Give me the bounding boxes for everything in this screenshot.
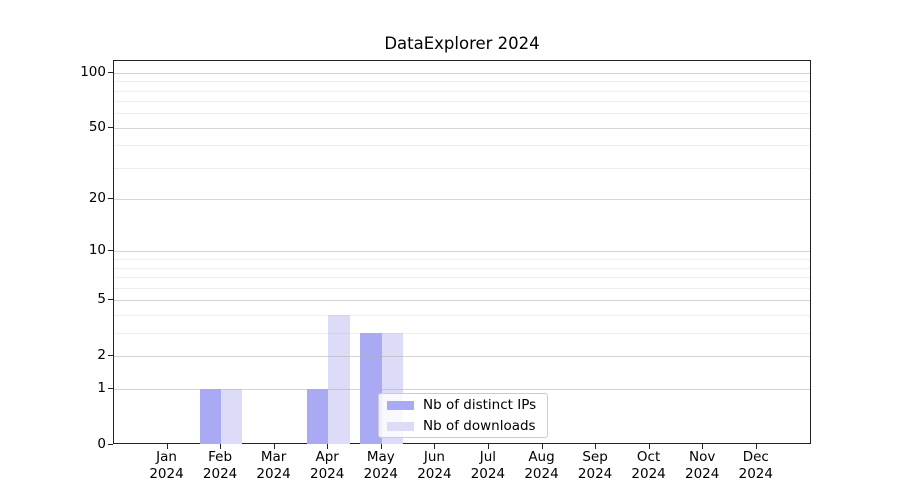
- y-tick-label-10: 10: [0, 242, 106, 258]
- bar-downloads-feb: [221, 389, 242, 445]
- gridline-y-3: [114, 333, 810, 334]
- legend-label: Nb of downloads: [423, 418, 536, 435]
- legend-swatch-downloads: [387, 422, 414, 431]
- x-tick-label-feb: Feb2024: [190, 449, 250, 482]
- legend: Nb of distinct IPs Nb of downloads: [378, 393, 548, 438]
- gridline-y-8: [114, 268, 810, 269]
- legend-item: Nb of distinct IPs: [387, 397, 539, 414]
- gridline-y-90: [114, 81, 810, 82]
- gridline-y-9: [114, 259, 810, 260]
- x-tick-label-sep: Sep2024: [565, 449, 625, 482]
- legend-swatch-ips: [387, 401, 414, 410]
- gridline-y-1: [114, 389, 810, 390]
- gridline-y-70: [114, 101, 810, 102]
- gridline-y-60: [114, 113, 810, 114]
- x-tick-label-nov: Nov2024: [672, 449, 732, 482]
- y-tick-mark: [108, 72, 113, 73]
- gridline-y-20: [114, 199, 810, 200]
- x-tick-label-apr: Apr2024: [297, 449, 357, 482]
- gridline-y-7: [114, 277, 810, 278]
- y-tick-label-0: 0: [0, 436, 106, 452]
- legend-item: Nb of downloads: [387, 418, 539, 435]
- bar-ips-apr: [307, 389, 328, 445]
- x-tick-label-may: May2024: [351, 449, 411, 482]
- bar-ips-feb: [200, 389, 221, 445]
- gridline-y-4: [114, 315, 810, 316]
- x-tick-label-aug: Aug2024: [512, 449, 572, 482]
- y-tick-mark: [108, 198, 113, 199]
- gridline-y-100: [114, 73, 810, 74]
- gridline-y-80: [114, 91, 810, 92]
- chart-figure: DataExplorer 2024 Nb of distinct IPsNb o…: [0, 0, 900, 500]
- y-tick-mark: [108, 388, 113, 389]
- x-tick-label-jan: Jan2024: [137, 449, 197, 482]
- gridline-y-5: [114, 300, 810, 301]
- y-tick-label-5: 5: [0, 291, 106, 307]
- gridline-y-30: [114, 168, 810, 169]
- x-tick-label-jul: Jul2024: [458, 449, 518, 482]
- plot-area: Nb of distinct IPs Nb of downloads: [113, 60, 811, 444]
- x-tick-label-oct: Oct2024: [619, 449, 679, 482]
- gridline-y-50: [114, 128, 810, 129]
- chart-title: DataExplorer 2024: [113, 34, 811, 56]
- y-tick-label-50: 50: [0, 119, 106, 135]
- x-tick-label-mar: Mar2024: [244, 449, 304, 482]
- y-tick-label-2: 2: [0, 347, 106, 363]
- y-tick-mark: [108, 444, 113, 445]
- y-tick-mark: [108, 355, 113, 356]
- y-tick-label-20: 20: [0, 190, 106, 206]
- legend-label: Nb of distinct IPs: [423, 397, 536, 414]
- x-tick-label-jun: Jun2024: [404, 449, 464, 482]
- gridline-y-10: [114, 251, 810, 252]
- x-tick-label-dec: Dec2024: [726, 449, 786, 482]
- gridline-y-40: [114, 145, 810, 146]
- y-tick-label-100: 100: [0, 64, 106, 80]
- bar-downloads-apr: [328, 315, 349, 445]
- y-tick-mark: [108, 299, 113, 300]
- y-tick-mark: [108, 127, 113, 128]
- y-tick-label-1: 1: [0, 380, 106, 396]
- y-tick-mark: [108, 250, 113, 251]
- gridline-y-6: [114, 288, 810, 289]
- gridline-y-2: [114, 356, 810, 357]
